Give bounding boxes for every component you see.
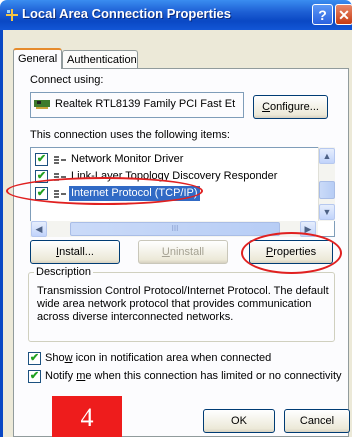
- vertical-scroll-thumb[interactable]: [319, 181, 335, 199]
- items-label: This connection uses the following items…: [30, 129, 230, 141]
- notify-label: Notify me when this connection has limit…: [45, 370, 342, 382]
- item-label: Network Monitor Driver: [71, 153, 184, 165]
- highlight-ellipse-tcpip: [6, 177, 203, 205]
- help-button[interactable]: ?: [312, 4, 333, 25]
- horizontal-scroll-thumb[interactable]: III: [70, 222, 280, 236]
- close-button[interactable]: ✕: [335, 4, 352, 25]
- install-button[interactable]: Install...: [30, 240, 120, 264]
- description-text: Transmission Control Protocol/Internet P…: [37, 285, 329, 323]
- show-icon-checkbox[interactable]: ✔: [28, 352, 41, 365]
- network-adapter-icon: [34, 100, 50, 109]
- connect-using-label: Connect using:: [30, 74, 104, 86]
- notify-checkbox[interactable]: ✔: [28, 370, 41, 383]
- scroll-down-button[interactable]: ▼: [319, 204, 335, 220]
- tab-authentication[interactable]: Authentication: [62, 50, 138, 69]
- step-number-badge: 4: [52, 396, 122, 437]
- network-component-icon: [54, 156, 66, 164]
- ok-button[interactable]: OK: [203, 409, 275, 433]
- list-item[interactable]: ✔ Network Monitor Driver: [31, 151, 319, 168]
- window-title: Local Area Connection Properties: [22, 6, 232, 21]
- title-bar[interactable]: Local Area Connection Properties ? ✕: [0, 0, 352, 30]
- configure-button[interactable]: Configure...: [253, 95, 328, 119]
- uninstall-button[interactable]: Uninstall: [138, 240, 228, 264]
- vertical-scrollbar[interactable]: ▲ ▼: [318, 147, 335, 221]
- highlight-ellipse-properties: [241, 232, 342, 274]
- adapter-name: Realtek RTL8139 Family PCI Fast Et: [55, 98, 236, 110]
- scroll-up-button[interactable]: ▲: [319, 148, 335, 164]
- scroll-left-button[interactable]: ◀: [31, 221, 47, 237]
- item-checkbox[interactable]: ✔: [35, 153, 48, 166]
- cancel-button[interactable]: Cancel: [284, 409, 350, 433]
- description-legend: Description: [34, 266, 94, 278]
- show-icon-label: Show icon in notification area when conn…: [45, 352, 272, 364]
- tab-general[interactable]: General: [13, 48, 62, 69]
- network-connection-icon: [6, 9, 18, 21]
